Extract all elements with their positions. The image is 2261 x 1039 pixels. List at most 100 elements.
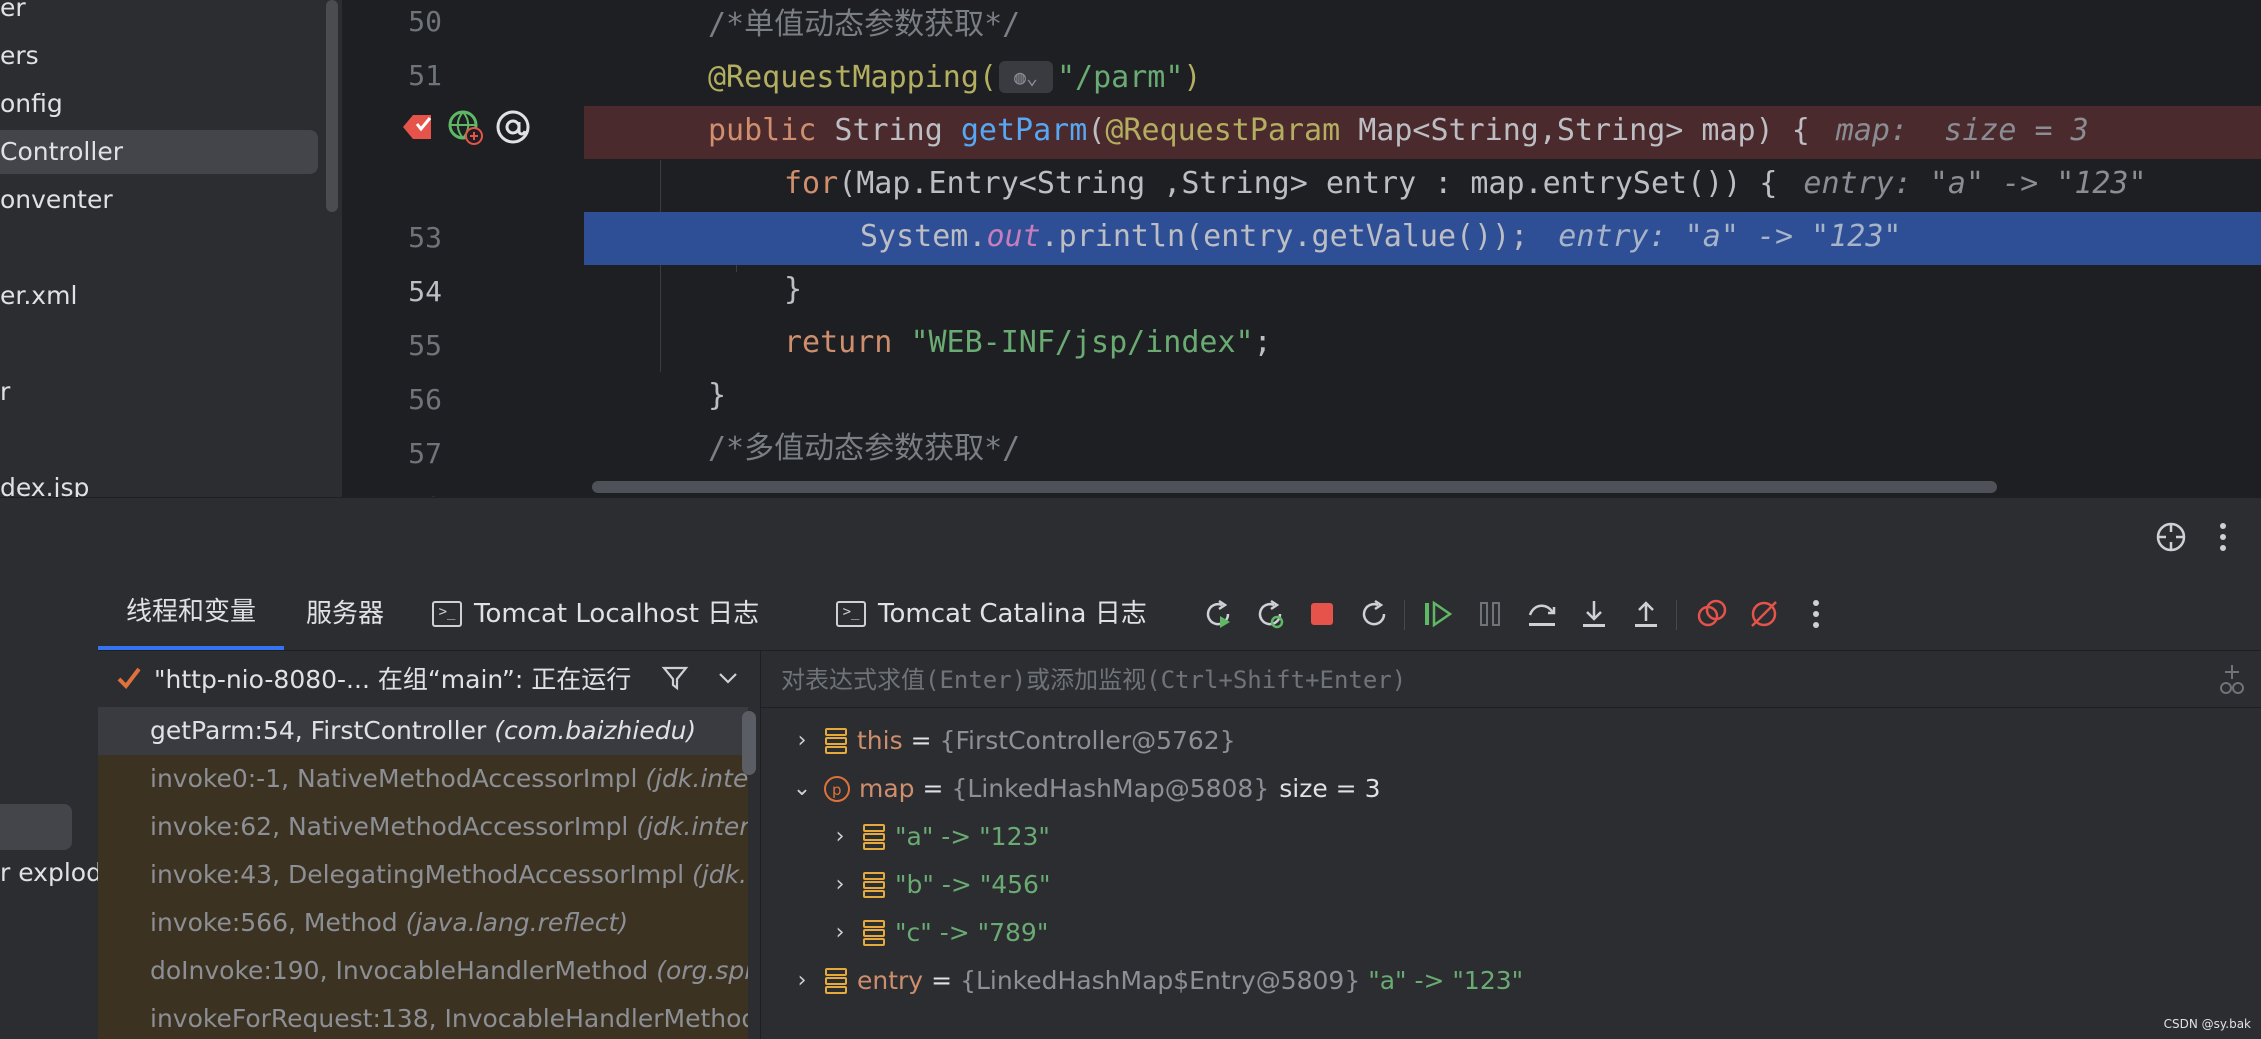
step-over-icon[interactable]: [1524, 596, 1560, 632]
step-out-icon[interactable]: [1628, 596, 1664, 632]
code-line-execution-point: System.out.println(entry.getValue()); ent…: [584, 212, 2261, 265]
code-line: for(Map.Entry<String ,String> entry : ma…: [784, 166, 2147, 201]
code-line: /*单值动态参数获取*/: [708, 7, 1021, 42]
globe-chip-icon[interactable]: ◍⌄: [998, 60, 1053, 93]
tab-label: 线程和变量: [126, 597, 257, 627]
field-icon: [823, 966, 849, 996]
chevron-right-icon[interactable]: ›: [787, 717, 817, 765]
tree-item[interactable]: onfig: [0, 82, 63, 126]
field-icon: [861, 870, 887, 900]
map-entry-row[interactable]: › "c" -> "789": [825, 909, 1049, 957]
project-tree-panel: er ers onfig Controller onventer er.xml …: [0, 0, 342, 497]
code-line: }: [708, 378, 727, 413]
stack-frame[interactable]: invokeForRequest:138, InvocableHandlerMe…: [98, 995, 748, 1039]
tree-item[interactable]: r: [0, 370, 10, 414]
debug-session-item-selected[interactable]: [0, 804, 72, 850]
tree-item[interactable]: dex.jsp: [0, 466, 89, 497]
chevron-right-icon[interactable]: ›: [825, 909, 855, 957]
variable-row[interactable]: › entry = {LinkedHashMap$Entry@5809} "a" ->…: [787, 957, 1524, 1005]
stack-frame[interactable]: invoke:566, Method (java.lang.reflect): [98, 899, 748, 947]
thread-label: "http-nio-8080-... 在组“main”: 正在运行: [154, 665, 632, 694]
stack-frame-current[interactable]: getParm:54, FirstController (com.baizhie…: [98, 707, 748, 755]
checkmark-icon: [116, 666, 144, 690]
code-line: @RequestMapping(◍⌄ "/parm"): [708, 60, 1202, 95]
terminal-icon: >_: [836, 601, 866, 627]
thread-selector[interactable]: "http-nio-8080-... 在组“main”: 正在运行: [98, 651, 760, 705]
evaluate-expression-input[interactable]: [779, 659, 2163, 701]
step-into-icon[interactable]: [1576, 596, 1612, 632]
code-line: }: [784, 272, 803, 307]
filter-icon[interactable]: [661, 664, 689, 692]
code-line: return "WEB-INF/jsp/index";: [784, 325, 1272, 360]
editor-horizontal-scrollbar[interactable]: [592, 481, 1997, 493]
field-icon: [861, 822, 887, 852]
tab-threads-and-variables[interactable]: 线程和变量: [98, 578, 285, 650]
pause-icon[interactable]: [1472, 596, 1508, 632]
rerun-icon[interactable]: [1200, 596, 1236, 632]
variable-row[interactable]: ⌄ p map = {LinkedHashMap@5808} size = 3: [787, 765, 1381, 813]
stack-frame[interactable]: invoke0:-1, NativeMethodAccessorImpl (jd…: [98, 755, 748, 803]
debug-tool-window-header: [0, 497, 2261, 578]
line-number: 56: [408, 383, 442, 416]
tree-item[interactable]: onventer: [0, 178, 113, 222]
map-entry-row[interactable]: › "b" -> "456": [825, 861, 1051, 909]
watermark: CSDN @sy.bak: [2163, 1017, 2251, 1031]
toolbar-divider: [1404, 600, 1405, 630]
tree-scrollbar[interactable]: [326, 0, 338, 212]
map-entry-row[interactable]: › "a" -> "123": [825, 813, 1050, 861]
evaluate-expression-row: [761, 651, 2261, 708]
at-symbol-icon[interactable]: [494, 108, 532, 146]
chevron-right-icon[interactable]: ›: [787, 957, 817, 1005]
inline-debug-hint: entry: "a" -> "123": [1803, 166, 2147, 201]
rerun-debug-icon[interactable]: [1252, 596, 1288, 632]
terminal-icon: >_: [432, 601, 462, 627]
editor-gutter[interactable]: 50 51 53 54 55 56 57 58: [342, 0, 584, 497]
svg-text:p: p: [832, 781, 842, 799]
field-icon: [861, 918, 887, 948]
line-number-current: 54: [408, 275, 442, 308]
line-number: 50: [408, 5, 442, 38]
request-mapping-globe-icon[interactable]: [446, 108, 484, 146]
crosshair-icon[interactable]: [2154, 520, 2188, 554]
stack-frame[interactable]: invoke:43, DelegatingMethodAccessorImpl …: [98, 851, 748, 899]
line-number: 55: [408, 329, 442, 362]
tab-tomcat-catalina-log[interactable]: >_ Tomcat Catalina 日志: [836, 578, 1147, 650]
chevron-down-icon[interactable]: ⌄: [787, 765, 817, 813]
tree-item[interactable]: ers: [0, 34, 39, 78]
frames-panel: "http-nio-8080-... 在组“main”: 正在运行 getPar…: [98, 651, 761, 1039]
debug-tabs-bar: 线程和变量 服务器 >_ Tomcat Localhost 日志 >_ Tomcat…: [98, 578, 2261, 651]
field-icon: [823, 726, 849, 756]
chevron-right-icon[interactable]: ›: [825, 861, 855, 909]
mute-breakpoints-icon[interactable]: [1746, 596, 1782, 632]
toolbar-divider: [1676, 600, 1677, 630]
restart-icon[interactable]: [1356, 596, 1392, 632]
breakpoint-icon[interactable]: [398, 108, 436, 146]
parameter-icon: p: [823, 775, 851, 803]
chevron-down-icon[interactable]: [717, 671, 739, 685]
resume-icon[interactable]: [1420, 596, 1456, 632]
tab-server[interactable]: 服务器: [306, 578, 384, 650]
tree-item[interactable]: er: [0, 0, 26, 30]
tree-item-selected[interactable]: Controller: [0, 130, 318, 174]
code-line: /*多值动态参数获取*/: [708, 431, 1021, 466]
tree-item[interactable]: er.xml: [0, 274, 77, 318]
code-line-breakpoint: public String getParm(@RequestParam Map<…: [584, 106, 2261, 159]
variable-row[interactable]: › this = {FirstController@5762}: [787, 717, 1236, 765]
line-number: 51: [408, 59, 442, 92]
line-number: 57: [408, 437, 442, 470]
line-number: 58: [342, 486, 442, 497]
more-options-icon[interactable]: [2206, 520, 2240, 554]
chevron-right-icon[interactable]: ›: [825, 813, 855, 861]
code-editor[interactable]: 50 51 53 54 55 56 57 58 /*单值动态参数获取*/ @Re…: [342, 0, 2261, 497]
frames-scrollbar[interactable]: [742, 711, 756, 775]
view-breakpoints-icon[interactable]: [1694, 596, 1730, 632]
stack-frame[interactable]: doInvoke:190, InvocableHandlerMethod (or…: [98, 947, 748, 995]
tab-tomcat-localhost-log[interactable]: >_ Tomcat Localhost 日志: [432, 578, 759, 650]
stack-frame[interactable]: invoke:62, NativeMethodAccessorImpl (jdk…: [98, 803, 748, 851]
more-actions-icon[interactable]: [1798, 596, 1834, 632]
tab-label: Tomcat Catalina 日志: [878, 599, 1147, 629]
stop-icon[interactable]: [1304, 596, 1340, 632]
inline-debug-hint: map: size = 3: [1835, 113, 2089, 148]
variables-panel: › this={FirstController@5762} ⌄ p map={L…: [761, 651, 2261, 1039]
add-watch-icon[interactable]: [2217, 663, 2247, 695]
